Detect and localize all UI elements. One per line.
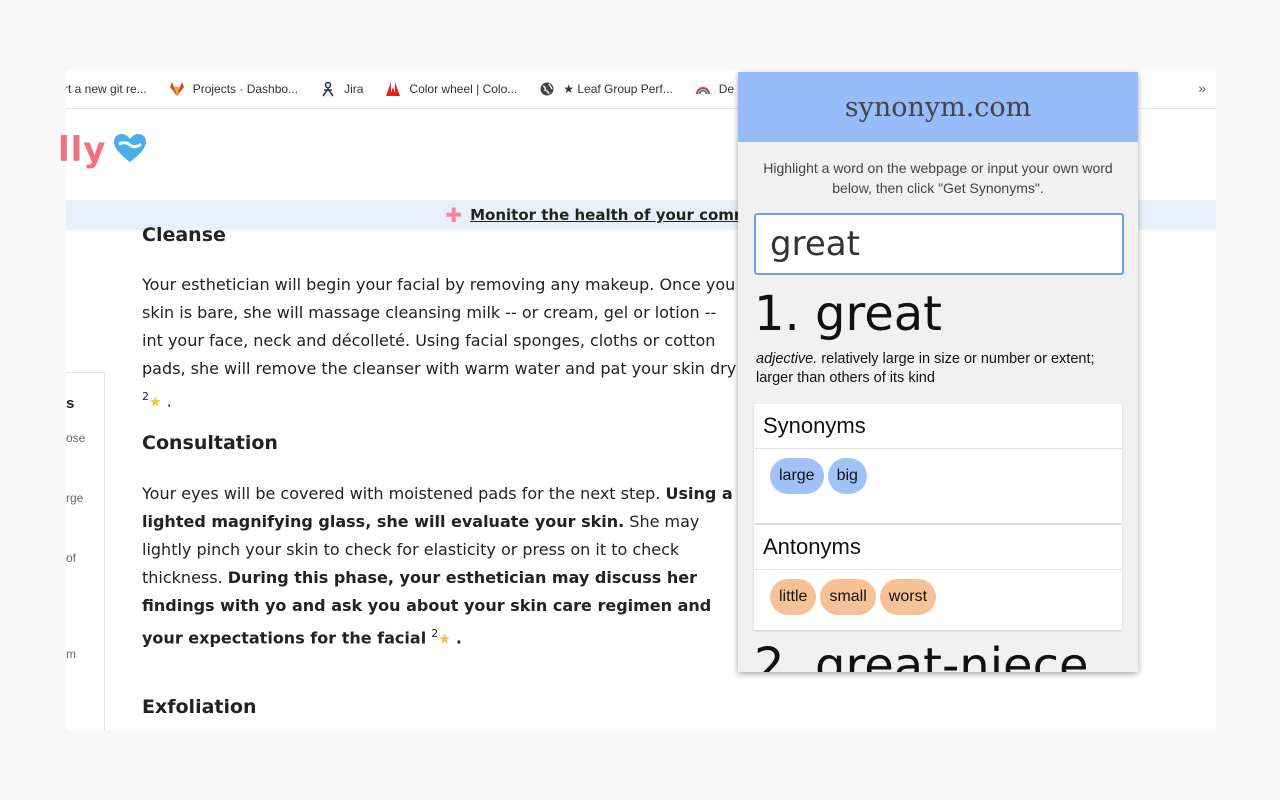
heart-icon: [114, 134, 146, 162]
entry-title: 1. great: [754, 286, 942, 342]
footnote-marker[interactable]: 2: [142, 390, 149, 403]
word-input[interactable]: [754, 213, 1124, 275]
part-of-speech: adjective.: [756, 351, 818, 367]
star-icon: ★: [149, 394, 162, 411]
star-icon: ★: [438, 631, 451, 648]
antonym-chip[interactable]: worst: [879, 579, 937, 615]
sidebar-item[interactable]: of: [66, 551, 100, 565]
synonyms-card: Synonyms large big: [754, 404, 1122, 523]
globe-icon: [539, 81, 555, 97]
synonyms-chips: large big: [754, 449, 1122, 523]
antonym-chip[interactable]: small: [820, 579, 876, 615]
bookmark-label: Projects · Dashbo...: [192, 82, 299, 96]
definition: adjective. relatively large in size or n…: [756, 350, 1096, 388]
sidebar-item[interactable]: m: [66, 647, 100, 661]
plus-icon: ✚: [445, 203, 463, 227]
consultation-bold: During this phase, your esthetician may …: [142, 568, 712, 648]
entry-title-2: 2. great-niece: [754, 638, 1089, 672]
synonym-chip[interactable]: large: [770, 458, 824, 494]
bookmark-label: ★ Leaf Group Perf...: [563, 82, 673, 96]
bookmark-color-wheel[interactable]: Color wheel | Colo...: [385, 81, 517, 97]
sidebar-heading: s: [66, 395, 75, 412]
bookmark-label: De: [718, 82, 735, 96]
synonym-chip[interactable]: big: [827, 458, 867, 494]
bookmark-leaf-group[interactable]: ★ Leaf Group Perf...: [539, 81, 673, 97]
bookmark-label: Jira: [344, 82, 364, 96]
consultation-heading: Consultation: [142, 432, 278, 454]
gitlab-fox-icon: [169, 81, 185, 97]
consultation-paragraph: Your eyes will be covered with moistened…: [142, 484, 733, 648]
jira-icon: [320, 81, 336, 97]
bookmark-de[interactable]: De: [695, 81, 734, 97]
bookmark-git[interactable]: rt a new git re...: [66, 82, 147, 96]
site-logo[interactable]: lly: [58, 130, 106, 170]
synonyms-heading: Synonyms: [754, 404, 1122, 449]
sidebar-item[interactable]: rge: [66, 491, 100, 505]
exfoliation-heading: Exfoliation: [142, 696, 257, 718]
cleanse-paragraph: Your esthetician will begin your facial …: [142, 275, 737, 411]
rainbow-icon: [695, 81, 711, 97]
bookmarks-overflow-button[interactable]: »: [1198, 80, 1206, 96]
antonyms-chips: little small worst: [754, 570, 1122, 630]
cleanse-heading: Cleanse: [142, 224, 226, 246]
popup-instructions: Highlight a word on the webpage or input…: [763, 160, 1113, 196]
synonym-popup: synonym.com Highlight a word on the webp…: [738, 72, 1138, 672]
bookmark-label: rt a new git re...: [66, 82, 147, 96]
bookmark-jira[interactable]: Jira: [320, 81, 363, 97]
sidebar-card: s ose rge of m: [66, 372, 105, 730]
bookmark-label: Color wheel | Colo...: [409, 82, 518, 96]
popup-title: synonym.com: [738, 72, 1138, 142]
antonyms-card: Antonyms little small worst: [754, 525, 1122, 630]
cleanse-text: Your esthetician will begin your facial …: [142, 275, 737, 378]
bookmark-projects[interactable]: Projects · Dashbo...: [169, 81, 298, 97]
antonym-chip[interactable]: little: [770, 579, 817, 615]
consultation-text: Your eyes will be covered with moistened…: [142, 484, 661, 503]
sidebar-item[interactable]: ose: [66, 431, 100, 445]
antonyms-heading: Antonyms: [754, 525, 1122, 570]
adobe-icon: [385, 81, 401, 97]
